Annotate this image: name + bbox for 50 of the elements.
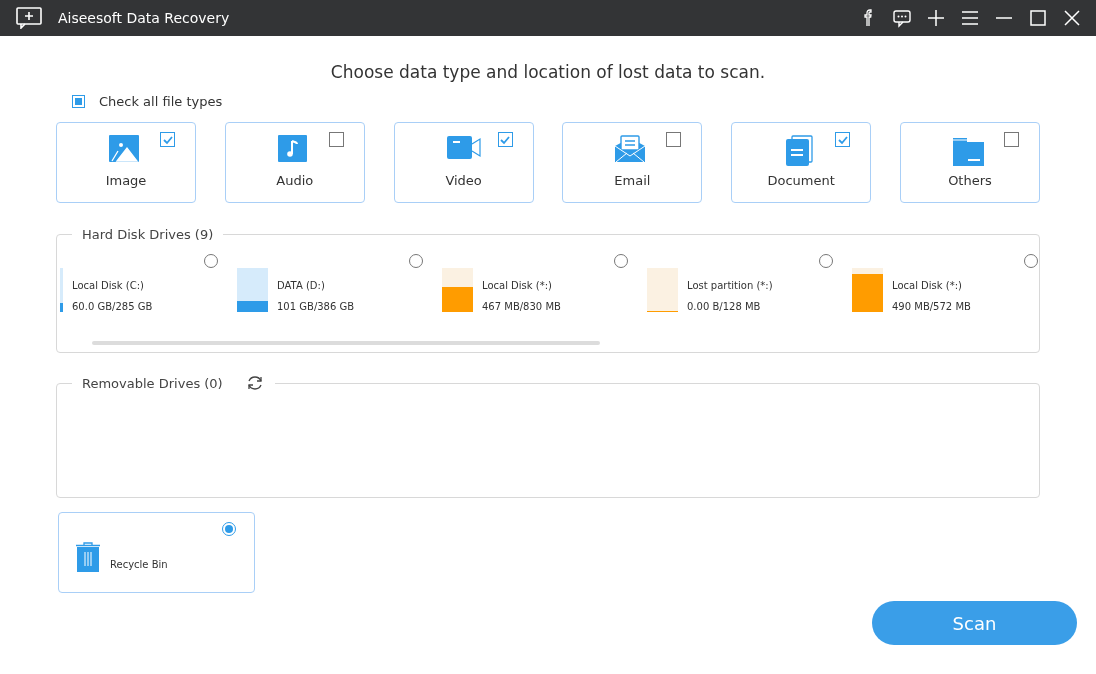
drive-name: Lost partition (*:) <box>687 280 773 291</box>
menu-icon[interactable] <box>960 8 980 28</box>
file-type-label: Document <box>767 173 835 188</box>
drive-item[interactable]: Local Disk (*:) 467 MB/830 MB <box>442 254 647 312</box>
file-type-checkbox[interactable] <box>835 132 851 147</box>
file-type-label: Others <box>948 173 992 188</box>
drive-item[interactable]: DATA (D:) 101 GB/386 GB <box>237 254 442 312</box>
drive-name: Local Disk (*:) <box>892 280 963 291</box>
file-type-checkbox[interactable] <box>328 132 344 147</box>
drive-item[interactable]: Lost partition (*:) 0.00 B/128 MB <box>647 254 852 312</box>
drive-usage: 60.0 GB/285 GB <box>72 301 153 312</box>
check-all-checkbox[interactable] <box>72 95 85 108</box>
file-type-card[interactable]: Video <box>393 122 534 203</box>
drive-usage: 101 GB/386 GB <box>277 301 355 312</box>
file-type-checkbox[interactable] <box>497 132 513 147</box>
drive-name: DATA (D:) <box>277 280 326 291</box>
page-heading: Choose data type and location of lost data to scan. <box>329 62 767 82</box>
trash-bin-icon <box>76 542 100 572</box>
group-title: Hard Disk Drives (9) <box>82 226 214 242</box>
chat-icon[interactable] <box>892 8 912 28</box>
file-type-card[interactable]: Image <box>56 122 196 203</box>
folder-icon <box>953 135 987 167</box>
group-title: Removable Drives (0) <box>82 375 223 391</box>
close-icon[interactable] <box>1062 8 1082 28</box>
recycle-bin-label: Recycle Bin <box>110 559 168 570</box>
drive-usage: 467 MB/830 MB <box>482 301 561 312</box>
file-type-card[interactable]: Others <box>900 122 1040 203</box>
recycle-bin-card[interactable]: Recycle Bin <box>58 512 255 593</box>
file-type-checkbox[interactable] <box>1004 132 1019 147</box>
horizontal-scrollbar[interactable] <box>92 341 600 345</box>
drive-usage: 490 MB/572 MB <box>892 301 971 312</box>
window-title: Aiseesoft Data Recovery <box>58 10 231 26</box>
file-type-card[interactable]: Email <box>562 122 703 203</box>
drive-name: Local Disk (C:) <box>72 280 145 291</box>
drive-name: Local Disk (*:) <box>482 280 553 291</box>
file-type-label: Image <box>105 173 147 188</box>
file-type-checkbox[interactable] <box>666 132 682 147</box>
maximize-icon[interactable] <box>1028 8 1048 28</box>
file-type-label: Video <box>445 173 482 188</box>
drive-item[interactable]: Local Disk (C:) 60.0 GB/285 GB <box>60 254 237 312</box>
file-type-label: Email <box>614 173 651 188</box>
file-type-card[interactable]: Audio <box>224 122 365 203</box>
file-type-checkbox[interactable] <box>160 132 175 147</box>
drive-usage: 0.00 B/128 MB <box>687 301 762 312</box>
drive-item[interactable]: Local Disk (*:) 490 MB/572 MB <box>852 254 1040 312</box>
plus-icon[interactable] <box>926 8 946 28</box>
file-type-label: Audio <box>276 173 314 188</box>
app-logo-icon <box>16 7 42 29</box>
check-all-label: Check all file types <box>99 94 223 109</box>
file-type-card[interactable]: Document <box>731 122 872 203</box>
